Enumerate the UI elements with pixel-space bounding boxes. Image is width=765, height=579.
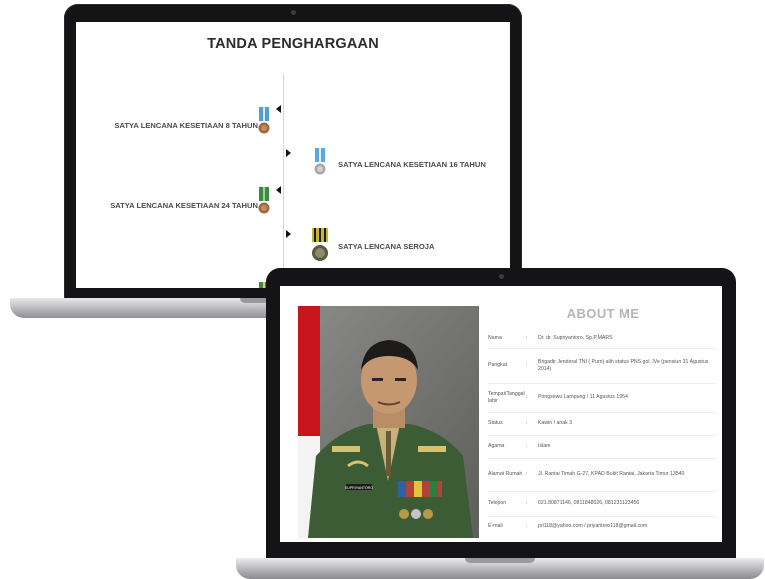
medal-icon-1 (258, 107, 270, 134)
medal-icon-2 (314, 148, 326, 175)
award-label-1: SATYA LENCANA KESETIAAN 8 TAHUN (114, 121, 258, 130)
row-separator: : (526, 335, 528, 342)
row-separator: : (526, 523, 528, 530)
row-separator: : (526, 471, 528, 478)
laptop-front-notch (465, 558, 535, 563)
timeline-line (283, 74, 284, 288)
row-separator: : (526, 500, 528, 507)
name-tag: SUPRIYANTORO (345, 486, 374, 490)
table-row: E-mail : pri118@yahoo.com / priyantoro11… (488, 517, 716, 537)
row-value: pri118@yahoo.com / priyantoro118@gmail.c… (538, 523, 648, 530)
row-label: Pangkat (488, 362, 508, 369)
portrait-photo: SUPRIYANTORO (298, 306, 479, 538)
camera-icon (499, 274, 504, 279)
timeline-arrow-1 (276, 105, 281, 113)
row-label: Nama (488, 335, 502, 342)
row-label: Status (488, 420, 503, 427)
row-value: Dr. dr. Supriyantoro, Sp.P,MARS (538, 335, 613, 342)
about-title: ABOUT ME (566, 306, 640, 321)
camera-icon (291, 10, 296, 15)
laptop-front-base (236, 558, 764, 579)
timeline-arrow-3 (276, 186, 281, 194)
medal-icon-3 (258, 187, 270, 214)
row-label: Alamat Rumah (488, 471, 523, 478)
table-row: Status : Kawin / anak 3 (488, 413, 716, 436)
row-value: Pringsewu Lampung / 11 Agustus 1954 (538, 394, 628, 401)
row-separator: : (526, 362, 528, 369)
row-separator: : (526, 394, 528, 401)
row-label: Agama (488, 443, 505, 450)
row-label: Tempat/Tanggal lahir (488, 390, 525, 405)
timeline-arrow-2 (286, 149, 291, 157)
table-row: Alamat Rumah : Jl. Rantai Timah G-27, KP… (488, 459, 716, 492)
about-info-table: Nama : Dr. dr. Supriyantoro, Sp.P,MARS P… (488, 330, 716, 537)
row-value: 021.80871146, 0811848026, 081231123456 (538, 500, 640, 507)
row-label: E-mail (488, 523, 503, 530)
penghargaan-screen: TANDA PENGHARGAAN SATYA LENCANA KESETIAA… (76, 22, 510, 288)
row-value: Kawin / anak 3 (538, 420, 573, 427)
medal-icon-4 (312, 228, 328, 261)
award-label-4: SATYA LENCANA SEROJA (338, 242, 435, 251)
row-separator: : (526, 420, 528, 427)
table-row: Pangkat : Brigadir Jenderal TNI ( Purn) … (488, 349, 716, 384)
timeline-arrow-4 (286, 230, 291, 238)
about-screen: SUPRIYANTORO ABOUT ME Nama : Dr. dr. Sup… (280, 286, 722, 542)
row-value: Jl. Rantai Timah G-27, KPAD Bukit Rantai… (538, 471, 685, 478)
table-row: Tempat/Tanggal lahir : Pringsewu Lampung… (488, 384, 716, 413)
table-row: Agama : Islam (488, 436, 716, 459)
award-label-3: SATYA LENCANA KESETIAAN 24 TAHUN (110, 201, 258, 210)
row-value: Brigadir Jenderal TNI ( Purn) alih statu… (538, 358, 709, 373)
row-separator: : (526, 443, 528, 450)
laptop-front: SUPRIYANTORO ABOUT ME Nama : Dr. dr. Sup… (236, 268, 764, 579)
table-row: Nama : Dr. dr. Supriyantoro, Sp.P,MARS (488, 330, 716, 349)
row-value: Islam (538, 443, 551, 450)
penghargaan-title: TANDA PENGHARGAAN (207, 36, 379, 52)
award-label-2: SATYA LENCANA KESETIAAN 16 TAHUN (338, 160, 486, 169)
row-label: Telepon (488, 500, 507, 507)
table-row: Telepon : 021.80871146, 0811848026, 0812… (488, 492, 716, 517)
